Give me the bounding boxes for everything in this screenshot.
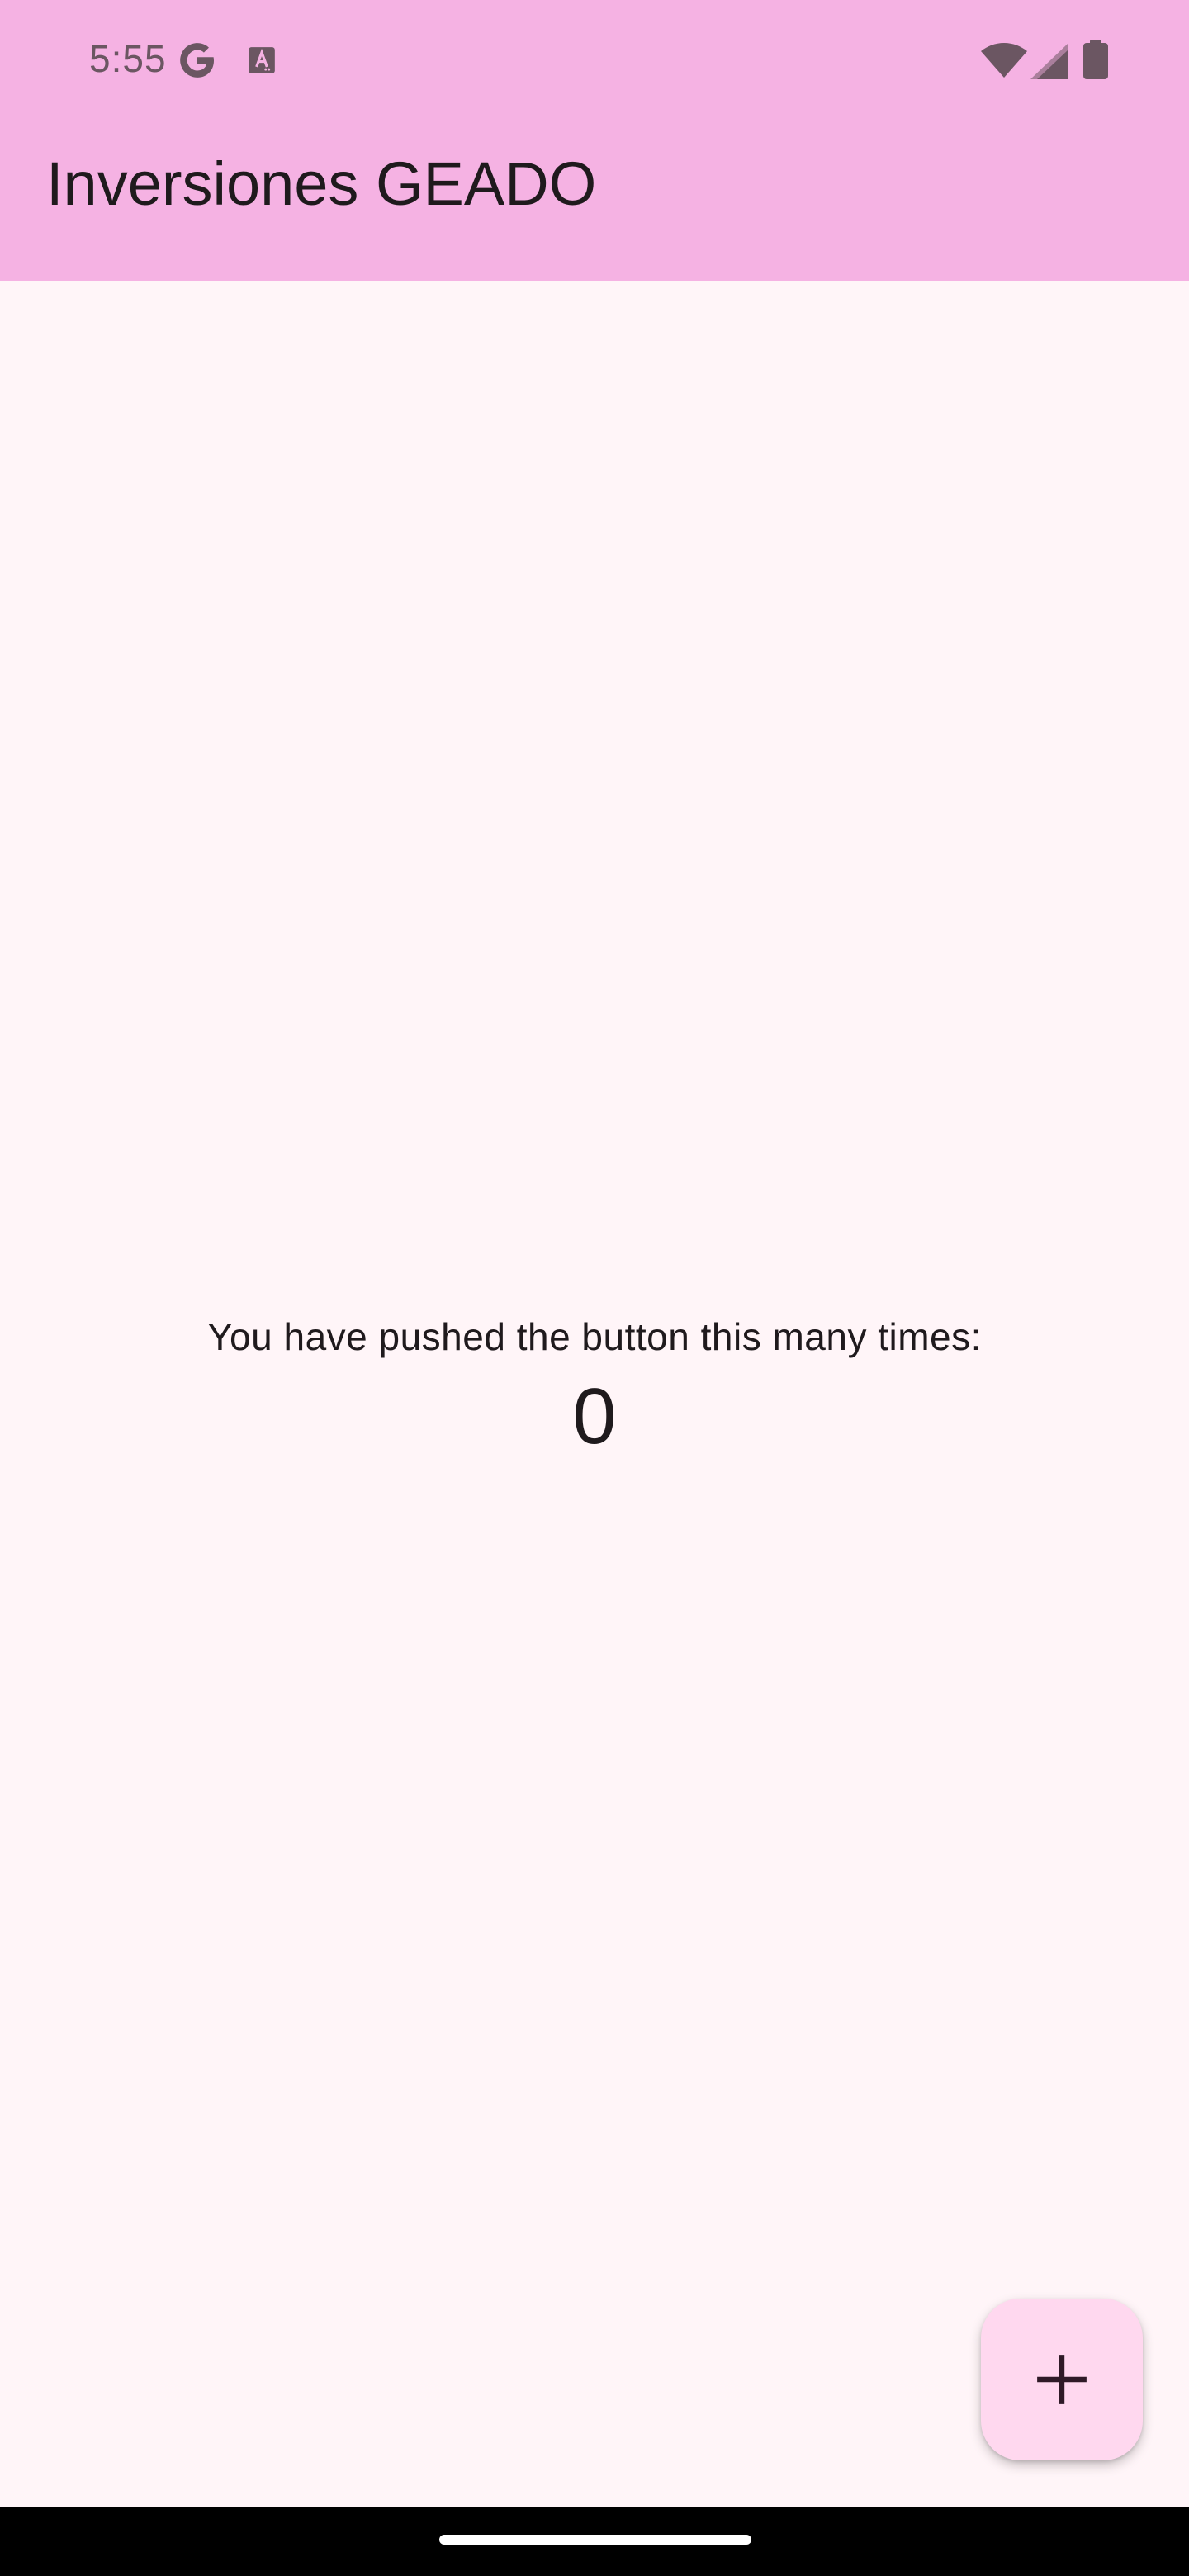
status-time: 5:55 — [89, 37, 167, 80]
battery-icon — [1083, 40, 1108, 79]
counter-value: 0 — [572, 1372, 617, 1461]
increment-button[interactable] — [981, 2299, 1143, 2460]
google-icon — [180, 43, 214, 78]
page-title: Inversiones GEADO — [46, 149, 597, 218]
app-bar: Inversiones GEADO — [0, 119, 1189, 281]
home-indicator[interactable] — [439, 2535, 751, 2545]
plus-icon — [1037, 2355, 1087, 2404]
navigation-bar — [0, 2507, 1189, 2576]
wifi-icon — [981, 43, 1027, 78]
keyboard-a-icon — [249, 47, 275, 73]
counter-label: You have pushed the button this many tim… — [207, 1315, 982, 1358]
cell-signal-icon — [1030, 43, 1068, 79]
status-bar: 5:55 — [0, 0, 1189, 119]
